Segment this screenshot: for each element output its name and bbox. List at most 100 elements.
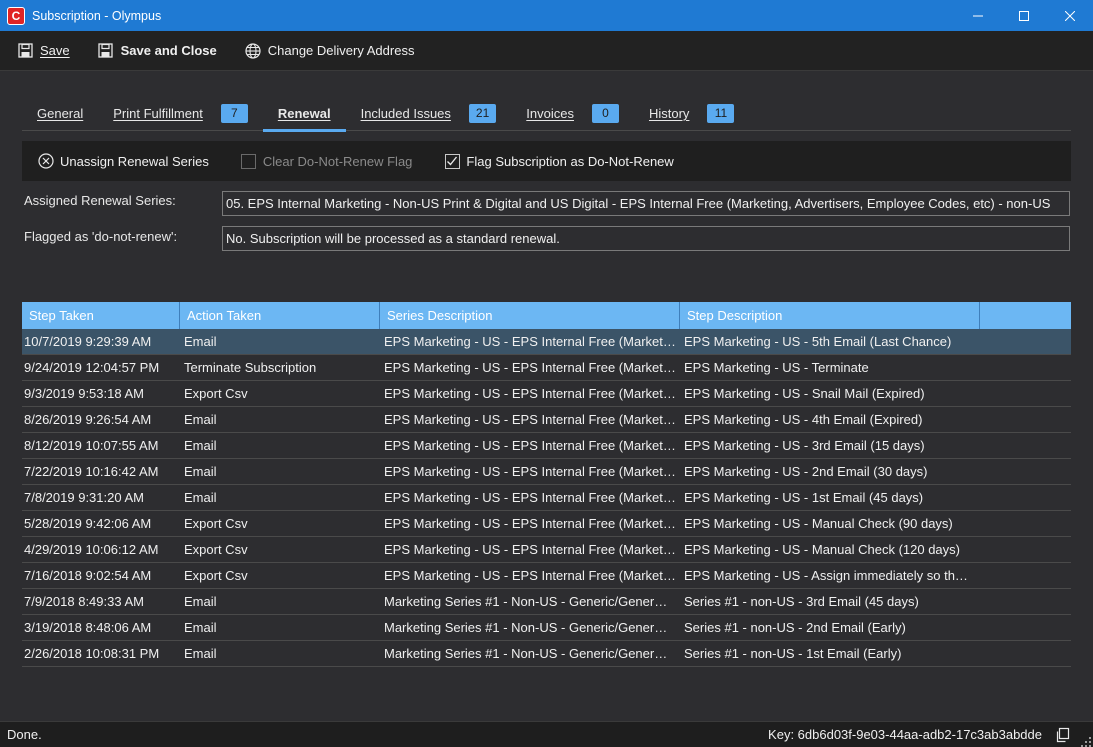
- cell-action-taken: Email: [184, 438, 217, 453]
- cell-step-description: EPS Marketing - US - Terminate: [684, 360, 869, 375]
- tab-label: History: [648, 106, 690, 121]
- minimize-button[interactable]: [955, 0, 1001, 31]
- tab-invoices[interactable]: Invoices 0: [511, 96, 634, 131]
- clear-do-not-renew-flag-button[interactable]: Clear Do-Not-Renew Flag: [225, 153, 429, 169]
- table-row[interactable]: 10/7/2019 9:29:39 AM Email EPS Marketing -…: [22, 329, 1071, 355]
- cell-step-taken: 4/29/2019 10:06:12 AM: [24, 542, 159, 557]
- window-title: Subscription - Olympus: [32, 8, 162, 23]
- cell-series-description: EPS Marketing - US - EPS Internal Free (…: [384, 542, 676, 557]
- change-delivery-address-label: Change Delivery Address: [267, 43, 415, 58]
- renewal-action-bar: Unassign Renewal Series Clear Do-Not-Ren…: [22, 141, 1071, 181]
- cell-step-description: EPS Marketing - US - 5th Email (Last Cha…: [684, 334, 952, 349]
- table-row[interactable]: 5/28/2019 9:42:06 AM Export Csv EPS Market…: [22, 511, 1071, 537]
- table-row[interactable]: 8/12/2019 10:07:55 AM Email EPS Marketing …: [22, 433, 1071, 459]
- status-text: Done.: [7, 727, 42, 742]
- tab-history[interactable]: History 11: [634, 96, 749, 131]
- cell-step-taken: 7/8/2019 9:31:20 AM: [24, 490, 144, 505]
- table-row[interactable]: 7/8/2019 9:31:20 AM Email EPS Marketing - …: [22, 485, 1071, 511]
- cell-action-taken: Email: [184, 594, 217, 609]
- cell-step-taken: 9/24/2019 12:04:57 PM: [24, 360, 160, 375]
- table-row[interactable]: 3/19/2018 8:48:06 AM Email Marketing Serie…: [22, 615, 1071, 641]
- cell-step-taken: 3/19/2018 8:48:06 AM: [24, 620, 152, 635]
- title-bar: C Subscription - Olympus: [0, 0, 1093, 31]
- maximize-button[interactable]: [1001, 0, 1047, 31]
- cell-step-description: EPS Marketing - US - 4th Email (Expired): [684, 412, 923, 427]
- app-logo-icon: C: [7, 6, 25, 25]
- tab-included-issues[interactable]: Included Issues 21: [346, 96, 512, 131]
- flag-do-not-renew-button[interactable]: Flag Subscription as Do-Not-Renew: [428, 153, 689, 169]
- table-row[interactable]: 8/26/2019 9:26:54 AM Email EPS Marketing -…: [22, 407, 1071, 433]
- cell-action-taken: Email: [184, 490, 217, 505]
- window-controls: [955, 0, 1093, 31]
- unassign-renewal-series-button[interactable]: Unassign Renewal Series: [22, 153, 225, 169]
- save-label: Save: [40, 43, 70, 58]
- cell-series-description: EPS Marketing - US - EPS Internal Free (…: [384, 490, 676, 505]
- save-button[interactable]: Save: [0, 35, 81, 67]
- table-row[interactable]: 9/3/2019 9:53:18 AM Export Csv EPS Marketi…: [22, 381, 1071, 407]
- cell-step-description: EPS Marketing - US - 3rd Email (15 days): [684, 438, 925, 453]
- cell-step-description: EPS Marketing - US - 2nd Email (30 days): [684, 464, 928, 479]
- cell-action-taken: Email: [184, 646, 217, 661]
- cell-action-taken: Email: [184, 464, 217, 479]
- clear-do-not-renew-flag-label: Clear Do-Not-Renew Flag: [262, 153, 413, 169]
- cell-action-taken: Terminate Subscription: [184, 360, 317, 375]
- cell-series-description: EPS Marketing - US - EPS Internal Free (…: [384, 360, 676, 375]
- save-and-close-button[interactable]: Save and Close: [81, 35, 228, 67]
- floppy-disk-icon: [17, 43, 33, 59]
- cell-step-taken: 7/9/2018 8:49:33 AM: [24, 594, 144, 609]
- flagged-do-not-renew-label: Flagged as 'do-not-renew':: [24, 229, 178, 244]
- cell-step-description: EPS Marketing - US - Assign immediately …: [684, 568, 968, 583]
- table-row[interactable]: 7/9/2018 8:49:33 AM Email Marketing Series…: [22, 589, 1071, 615]
- toolbar: Save Save and Close Change Delivery Addr…: [0, 31, 1093, 71]
- resize-grip-icon[interactable]: [1081, 735, 1091, 747]
- cell-step-taken: 7/22/2019 10:16:42 AM: [24, 464, 159, 479]
- count-badge: 11: [707, 104, 735, 123]
- cell-step-description: Series #1 - non-US - 2nd Email (Early): [684, 620, 906, 635]
- change-delivery-address-button[interactable]: Change Delivery Address: [228, 35, 426, 67]
- table-row[interactable]: 7/22/2019 10:16:42 AM Email EPS Marketing …: [22, 459, 1071, 485]
- cell-step-description: EPS Marketing - US - Manual Check (120 d…: [684, 542, 960, 557]
- tab-label: Included Issues: [360, 106, 451, 121]
- table-row[interactable]: 7/16/2018 9:02:54 AM Export Csv EPS Market…: [22, 563, 1071, 589]
- cell-action-taken: Export Csv: [184, 542, 248, 557]
- assigned-renewal-series-label: Assigned Renewal Series:: [24, 193, 176, 208]
- tab-general[interactable]: General: [22, 96, 98, 131]
- tab-print-fulfillment[interactable]: Print Fulfillment 7: [98, 96, 263, 131]
- cell-series-description: Marketing Series #1 - Non-US - Generic/G…: [384, 646, 668, 661]
- column-header-step-description[interactable]: Step Description: [680, 302, 980, 329]
- count-badge: 0: [591, 104, 619, 123]
- cell-series-description: EPS Marketing - US - EPS Internal Free (…: [384, 568, 676, 583]
- flagged-do-not-renew-field[interactable]: No. Subscription will be processed as a …: [222, 226, 1070, 251]
- status-bar: Done. Key: 6db6d03f-9e03-44aa-adb2-17c3a…: [0, 721, 1093, 747]
- cell-step-taken: 8/26/2019 9:26:54 AM: [24, 412, 152, 427]
- column-header-series-description[interactable]: Series Description: [380, 302, 680, 329]
- table-row[interactable]: 2/26/2018 10:08:31 PM Email Marketing Seri…: [22, 641, 1071, 667]
- tab-label: General: [37, 106, 84, 121]
- cell-action-taken: Export Csv: [184, 516, 248, 531]
- table-row[interactable]: 9/24/2019 12:04:57 PM Terminate Subscript…: [22, 355, 1071, 381]
- table-row[interactable]: 4/29/2019 10:06:12 AM Export Csv EPS Marke…: [22, 537, 1071, 563]
- unassign-renewal-series-label: Unassign Renewal Series: [60, 153, 209, 169]
- cell-series-description: EPS Marketing - US - EPS Internal Free (…: [384, 438, 676, 453]
- column-header-action-taken[interactable]: Action Taken: [180, 302, 380, 329]
- unchecked-box-icon: [241, 153, 257, 169]
- cell-series-description: Marketing Series #1 - Non-US - Generic/G…: [384, 594, 668, 609]
- cell-action-taken: Email: [184, 334, 217, 349]
- copy-icon[interactable]: [1055, 727, 1071, 743]
- globe-icon: [245, 42, 261, 59]
- checkmark-icon: [444, 153, 460, 169]
- close-button[interactable]: [1047, 0, 1093, 31]
- cell-series-description: EPS Marketing - US - EPS Internal Free (…: [384, 464, 676, 479]
- circle-x-icon: [38, 153, 54, 169]
- column-header-filler: [980, 302, 1071, 329]
- cell-action-taken: Email: [184, 620, 217, 635]
- tab-label: Print Fulfillment: [113, 106, 203, 121]
- tab-renewal[interactable]: Renewal: [262, 96, 346, 132]
- assigned-renewal-series-field[interactable]: 05. EPS Internal Marketing - Non-US Prin…: [222, 191, 1070, 216]
- maximize-icon: [1019, 10, 1029, 21]
- tab-label: Renewal: [277, 106, 331, 121]
- record-key: Key: 6db6d03f-9e03-44aa-adb2-17c3ab3abdd…: [768, 727, 1042, 742]
- column-header-step-taken[interactable]: Step Taken: [22, 302, 180, 329]
- cell-series-description: EPS Marketing - US - EPS Internal Free (…: [384, 386, 676, 401]
- cell-step-taken: 9/3/2019 9:53:18 AM: [24, 386, 144, 401]
